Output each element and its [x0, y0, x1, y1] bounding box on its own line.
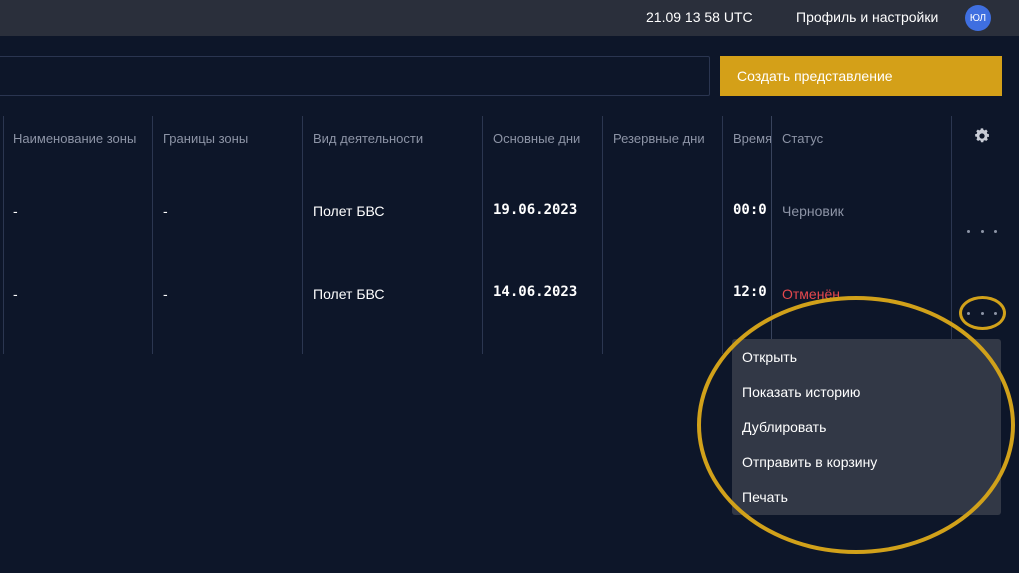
highlight-circle-menu [697, 296, 1015, 554]
header-status[interactable]: Статус [782, 128, 823, 149]
cell-zone-name: - [13, 203, 18, 219]
cell-zone-bounds: - [163, 203, 168, 219]
highlight-circle-actions [959, 296, 1006, 330]
cell-activity: Полет БВС [313, 203, 385, 219]
clock: 21.09 13 58 UTC [646, 9, 753, 25]
header-time[interactable]: Время [733, 128, 771, 149]
cell-main-days: 14.06.2023 [493, 284, 578, 300]
column-divider [951, 116, 952, 354]
search-input[interactable] [0, 56, 710, 96]
header-zone-name[interactable]: Наименование зоны [13, 128, 138, 149]
column-divider [722, 116, 723, 354]
header-activity[interactable]: Вид деятельности [313, 128, 423, 149]
cell-zone-bounds: - [163, 286, 168, 302]
profile-settings-link[interactable]: Профиль и настройки [796, 9, 938, 25]
header-main-days[interactable]: Основные дни [493, 128, 580, 149]
avatar[interactable]: ЮЛ [965, 5, 991, 31]
column-divider [3, 116, 4, 354]
create-view-button[interactable]: Создать представление [720, 56, 1002, 96]
cell-activity: Полет БВС [313, 286, 385, 302]
cell-time: 00:0 [733, 202, 767, 218]
column-divider [482, 116, 483, 354]
cell-time: 12:0 [733, 284, 767, 300]
gear-icon[interactable] [973, 127, 991, 145]
more-horizontal-icon[interactable] [967, 225, 997, 237]
top-bar: 21.09 13 58 UTC Профиль и настройки ЮЛ [0, 0, 1019, 36]
column-divider [302, 116, 303, 354]
header-reserve-days[interactable]: Резервные дни [613, 128, 705, 149]
column-divider [602, 116, 603, 354]
column-divider [152, 116, 153, 354]
cell-zone-name: - [13, 286, 18, 302]
status-badge: Черновик [782, 203, 844, 219]
cell-main-days: 19.06.2023 [493, 202, 578, 218]
column-divider [771, 116, 772, 340]
header-zone-bounds[interactable]: Границы зоны [163, 128, 248, 149]
